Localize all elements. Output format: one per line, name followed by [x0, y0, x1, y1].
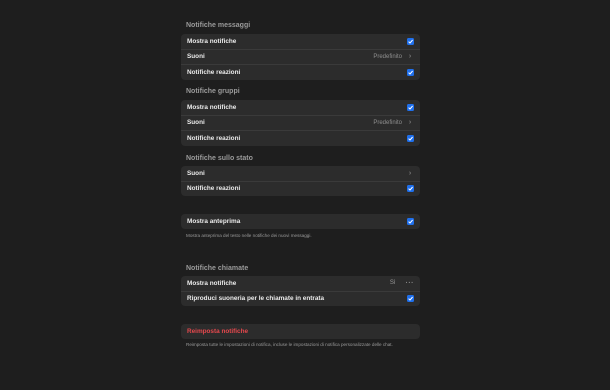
row-label: Notifiche reazioni: [187, 185, 241, 193]
checkbox-checked-icon[interactable]: [407, 103, 414, 111]
calls-card: Mostra notifiche Sì ··· Riproduci suoner…: [181, 276, 420, 306]
row-label: Suoni: [187, 169, 205, 177]
status-card: Suoni › Notifiche reazioni: [181, 166, 420, 196]
checkbox-checked-icon[interactable]: [407, 217, 414, 225]
reset-note: Reimposta tutte le impostazioni di notif…: [186, 342, 393, 347]
row-value: Sì: [389, 280, 396, 287]
section-title-groups: Notifiche gruppi: [186, 88, 240, 95]
checkbox-checked-icon[interactable]: [407, 185, 414, 193]
status-reactions-row[interactable]: Notifiche reazioni: [181, 180, 420, 197]
groups-show-notifications-row[interactable]: Mostra notifiche: [181, 100, 420, 115]
section-title-messages: Notifiche messaggi: [186, 22, 251, 29]
show-preview-row[interactable]: Mostra anteprima: [181, 214, 420, 229]
groups-reactions-row[interactable]: Notifiche reazioni: [181, 130, 420, 146]
row-label: Mostra anteprima: [187, 217, 241, 225]
row-value: Predefinito: [373, 53, 402, 60]
row-label: Mostra notifiche: [187, 279, 237, 287]
reset-notifications-button[interactable]: Reimposta notifiche: [181, 324, 420, 339]
messages-show-notifications-row[interactable]: Mostra notifiche: [181, 34, 420, 49]
row-label: Suoni: [187, 119, 205, 127]
reset-label: Reimposta notifiche: [187, 327, 249, 335]
checkbox-checked-icon[interactable]: [407, 295, 414, 303]
calls-ringtone-row[interactable]: Riproduci suoneria per le chiamate in en…: [181, 290, 420, 307]
row-label: Notifiche reazioni: [187, 134, 241, 142]
checkbox-checked-icon[interactable]: [407, 68, 414, 76]
messages-reactions-row[interactable]: Notifiche reazioni: [181, 64, 420, 80]
groups-card: Mostra notifiche Suoni Predefinito › Not…: [181, 100, 420, 146]
checkbox-checked-icon[interactable]: [407, 134, 414, 142]
row-label: Mostra notifiche: [187, 37, 237, 45]
section-title-status: Notifiche sullo stato: [186, 155, 253, 162]
preview-card: Mostra anteprima: [181, 214, 420, 229]
row-label: Mostra notifiche: [187, 103, 237, 111]
more-dots-icon[interactable]: ···: [406, 280, 415, 287]
row-value: Predefinito: [373, 119, 402, 126]
preview-note: Mostra anteprima del testo nelle notific…: [186, 233, 312, 238]
checkbox-checked-icon[interactable]: [407, 37, 414, 45]
messages-sounds-row[interactable]: Suoni Predefinito ›: [181, 48, 420, 65]
row-label: Suoni: [187, 53, 205, 61]
row-label: Riproduci suoneria per le chiamate in en…: [187, 295, 325, 303]
groups-sounds-row[interactable]: Suoni Predefinito ›: [181, 114, 420, 131]
reset-card: Reimposta notifiche: [181, 324, 420, 339]
chevron-right-icon: ›: [408, 119, 412, 127]
chevron-right-icon: ›: [408, 53, 412, 61]
calls-show-notifications-row[interactable]: Mostra notifiche Sì ···: [181, 276, 420, 291]
messages-card: Mostra notifiche Suoni Predefinito › Not…: [181, 34, 420, 80]
chevron-right-icon: ›: [408, 169, 412, 177]
status-sounds-row[interactable]: Suoni ›: [181, 166, 420, 181]
row-label: Notifiche reazioni: [187, 68, 241, 76]
section-title-calls: Notifiche chiamate: [186, 265, 249, 272]
